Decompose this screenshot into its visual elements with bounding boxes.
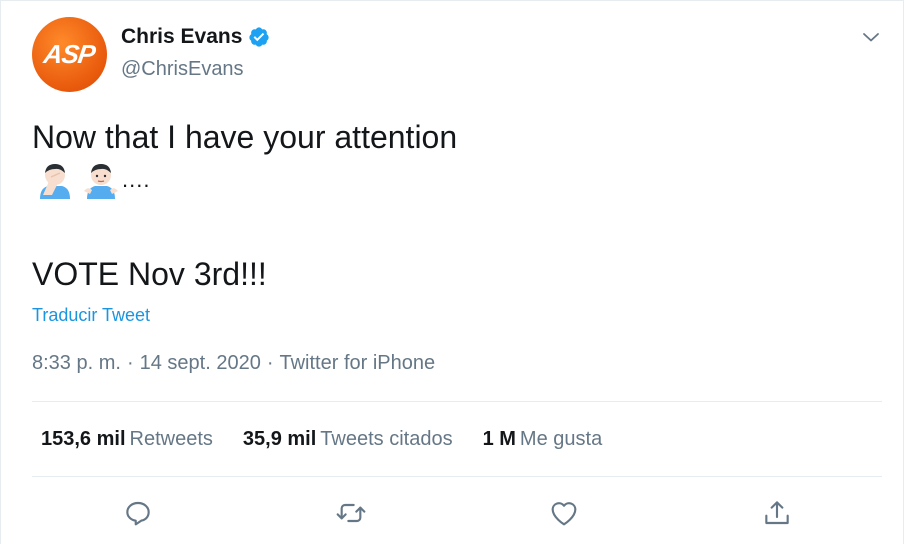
retweets-label: Retweets (129, 428, 213, 450)
quote-tweets-stat[interactable]: 35,9 mil Tweets citados (243, 428, 453, 451)
avatar[interactable]: ASP (32, 17, 107, 92)
translate-tweet-link[interactable]: Traducir Tweet (32, 305, 150, 326)
meta-separator: · (266, 352, 274, 374)
like-icon[interactable] (548, 497, 580, 529)
meta-separator: · (126, 352, 134, 374)
chevron-down-icon[interactable] (859, 25, 883, 49)
verified-badge-icon (248, 26, 270, 48)
retweet-icon[interactable] (335, 497, 367, 529)
tweet-date[interactable]: 14 sept. 2020 (140, 352, 261, 374)
quote-tweets-count: 35,9 mil (242, 428, 317, 450)
author-name-row: Chris Evans (121, 25, 270, 49)
likes-count: 1 M (482, 428, 516, 450)
facepalm-emoji-icon (38, 161, 72, 199)
divider (32, 401, 882, 402)
tweet-meta: 8:33 p. m. · 14 sept. 2020 · Twitter for iPh… (32, 352, 435, 375)
divider (32, 476, 882, 477)
tweet-source[interactable]: Twitter for iPhone (280, 352, 436, 374)
likes-stat[interactable]: 1 M Me gusta (483, 428, 603, 451)
reply-icon[interactable] (122, 497, 154, 529)
avatar-logo-text: ASP (42, 39, 97, 69)
tweet-actions (1, 497, 906, 533)
shrug-emoji-icon (84, 161, 118, 199)
emoji-row: .... (38, 161, 150, 199)
retweets-stat[interactable]: 153,6 mil Retweets (41, 428, 213, 451)
author-name[interactable]: Chris Evans (121, 25, 242, 49)
likes-label: Me gusta (519, 428, 603, 450)
quote-tweets-label: Tweets citados (320, 428, 453, 450)
tweet-card: ASP Chris Evans @ChrisEvans Now that I h… (0, 0, 904, 544)
tweet-stats: 153,6 mil Retweets 35,9 mil Tweets citados… (41, 428, 632, 451)
tweet-text-line3: VOTE Nov 3rd!!! (32, 256, 267, 292)
author-handle[interactable]: @ChrisEvans (121, 58, 244, 81)
retweets-count: 153,6 mil (41, 428, 126, 450)
tweet-ellipsis: .... (122, 167, 151, 192)
tweet-text-line1: Now that I have your attention (32, 119, 458, 155)
share-icon[interactable] (761, 497, 793, 529)
tweet-time[interactable]: 8:33 p. m. (32, 352, 121, 374)
